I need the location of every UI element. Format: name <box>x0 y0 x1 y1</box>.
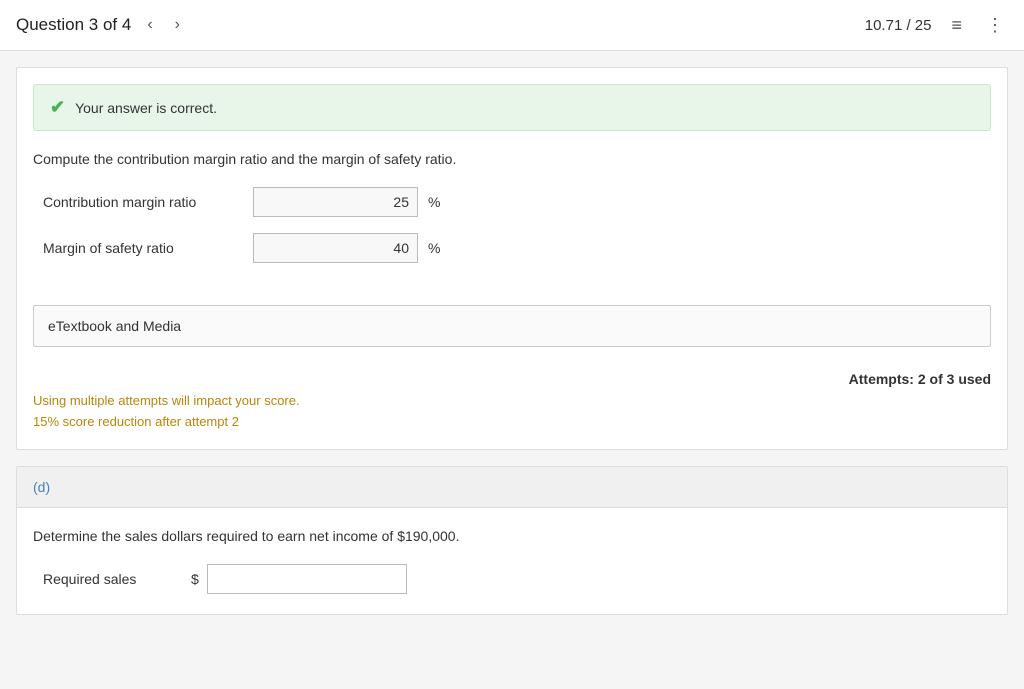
part-d-label: (d) <box>33 479 50 495</box>
prev-button[interactable]: ‹ <box>141 12 158 38</box>
question-body: Compute the contribution margin ratio an… <box>17 131 1007 289</box>
warning-section: Using multiple attempts will impact your… <box>17 391 1007 449</box>
correct-banner: ✔ Your answer is correct. <box>33 84 991 131</box>
part-d-question: Determine the sales dollars required to … <box>33 528 991 544</box>
header-left: Question 3 of 4 ‹ › <box>16 12 186 38</box>
header-right: 10.71 / 25 ≡ ⋮ <box>865 11 1008 40</box>
dollar-sign: $ <box>191 571 199 587</box>
warning-line2: 15% score reduction after attempt 2 <box>33 412 991 433</box>
margin-safety-input[interactable] <box>253 233 418 263</box>
contribution-margin-input[interactable] <box>253 187 418 217</box>
margin-safety-row: Margin of safety ratio % <box>33 233 991 263</box>
question-title: Question 3 of 4 <box>16 15 131 35</box>
correct-text: Your answer is correct. <box>75 100 217 116</box>
main-content: ✔ Your answer is correct. Compute the co… <box>0 51 1024 631</box>
required-sales-row: Required sales $ <box>33 564 991 594</box>
contribution-margin-unit: % <box>428 194 440 210</box>
etextbook-label: eTextbook and Media <box>48 318 181 334</box>
contribution-margin-row: Contribution margin ratio % <box>33 187 991 217</box>
etextbook-section[interactable]: eTextbook and Media <box>33 305 991 347</box>
required-sales-input[interactable] <box>207 564 407 594</box>
list-icon-button[interactable]: ≡ <box>947 11 966 40</box>
attempts-row: Attempts: 2 of 3 used <box>17 363 1007 391</box>
more-icon-button[interactable]: ⋮ <box>982 11 1008 40</box>
part-d-card: (d) Determine the sales dollars required… <box>16 466 1008 615</box>
required-sales-label: Required sales <box>43 571 183 587</box>
attempts-text: Attempts: 2 of 3 used <box>849 371 991 387</box>
score-display: 10.71 / 25 <box>865 17 932 34</box>
margin-safety-unit: % <box>428 240 440 256</box>
part-d-header: (d) <box>17 467 1007 508</box>
header: Question 3 of 4 ‹ › 10.71 / 25 ≡ ⋮ <box>0 0 1024 51</box>
contribution-margin-label: Contribution margin ratio <box>43 194 243 210</box>
question-c-text: Compute the contribution margin ratio an… <box>33 151 991 167</box>
checkmark-icon: ✔ <box>50 97 65 118</box>
next-button[interactable]: › <box>169 12 186 38</box>
part-d-body: Determine the sales dollars required to … <box>17 508 1007 614</box>
margin-safety-label: Margin of safety ratio <box>43 240 243 256</box>
answer-card: ✔ Your answer is correct. Compute the co… <box>16 67 1008 450</box>
warning-line1: Using multiple attempts will impact your… <box>33 391 991 412</box>
